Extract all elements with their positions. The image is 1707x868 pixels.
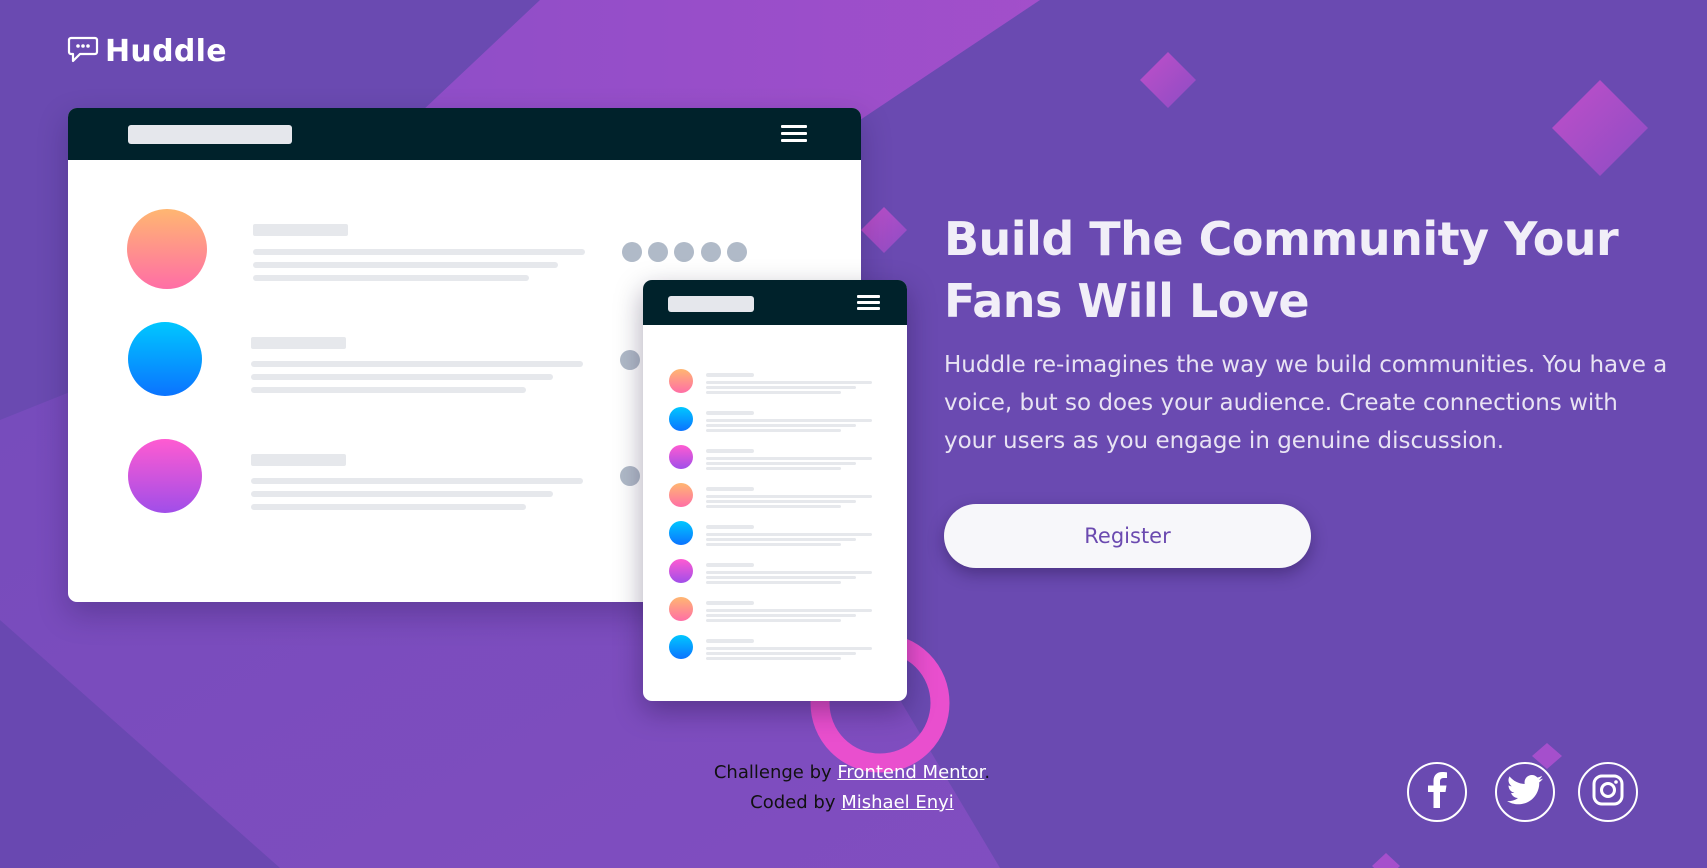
mockup-mobile-header <box>643 280 907 325</box>
hero-title: Build The Community Your Fans Will Love <box>944 212 1619 328</box>
mockup-header <box>68 108 861 160</box>
chat-bubble-icon <box>67 36 99 68</box>
mockup-mobile-title-placeholder <box>668 296 754 312</box>
instagram-icon <box>1592 774 1624 810</box>
attribution-challenge: Challenge by Frontend Mentor. <box>590 758 1114 788</box>
hero-section: Build The Community Your Fans Will Love … <box>944 208 1684 460</box>
hamburger-icon <box>857 295 880 310</box>
attribution-challenge-prefix: Challenge by <box>713 762 832 783</box>
author-link[interactable]: Mishael Enyi <box>841 792 954 813</box>
twitter-icon <box>1507 775 1543 809</box>
attribution-coded: Coded by Mishael Enyi <box>590 788 1114 818</box>
attribution: Challenge by Frontend Mentor. Coded by M… <box>590 758 1114 818</box>
hero-description: Huddle re-imagines the way we build comm… <box>944 352 1668 454</box>
register-button[interactable]: Register <box>944 504 1311 568</box>
mockup-mobile-feed <box>669 369 872 660</box>
brand-logo[interactable]: Huddle <box>67 34 227 69</box>
instagram-link[interactable] <box>1578 762 1638 822</box>
hamburger-icon <box>781 125 807 142</box>
attribution-coded-prefix: Coded by <box>750 792 836 813</box>
frontend-mentor-link[interactable]: Frontend Mentor <box>837 762 984 783</box>
twitter-link[interactable] <box>1495 762 1555 822</box>
attribution-challenge-suffix: . <box>984 762 991 783</box>
facebook-icon <box>1426 772 1448 812</box>
mockup-title-placeholder <box>128 125 292 144</box>
facebook-link[interactable] <box>1407 762 1467 822</box>
mobile-mockup-illustration <box>643 280 907 701</box>
brand-name: Huddle <box>105 34 227 69</box>
